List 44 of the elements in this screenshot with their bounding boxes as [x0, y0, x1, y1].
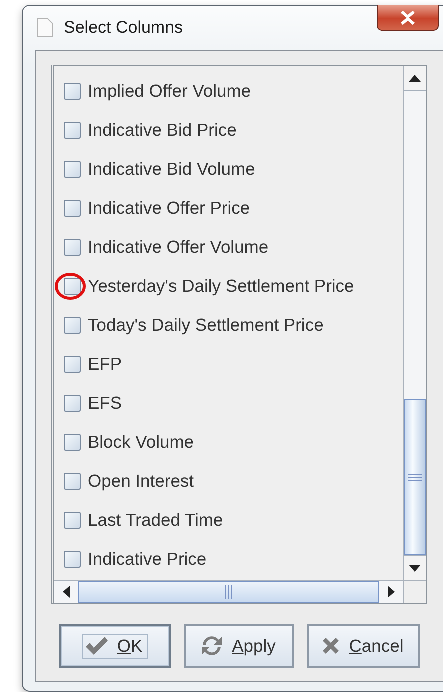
checkbox[interactable] — [64, 512, 81, 529]
checkbox[interactable] — [64, 122, 81, 139]
horizontal-scrollbar[interactable] — [54, 580, 403, 603]
close-icon — [321, 636, 342, 656]
grip-icon — [225, 585, 232, 599]
document-icon — [37, 18, 54, 38]
checkbox[interactable] — [64, 317, 81, 334]
close-icon — [400, 10, 416, 24]
column-label: Last Traded Time — [88, 510, 224, 531]
checkbox[interactable] — [64, 551, 81, 568]
column-label: Implied Offer Volume — [88, 81, 252, 102]
checkbox[interactable] — [64, 395, 81, 412]
scroll-down-icon[interactable] — [409, 564, 421, 572]
column-label: Indicative Price — [88, 549, 207, 570]
window-title: Select Columns — [64, 18, 184, 38]
checkbox[interactable] — [64, 434, 81, 451]
column-label: Block Volume — [88, 432, 194, 453]
checkbox[interactable] — [64, 278, 81, 295]
checkbox[interactable] — [64, 200, 81, 217]
scroll-up-icon[interactable] — [409, 74, 421, 82]
apply-button[interactable]: Apply — [184, 624, 294, 668]
column-label: EFP — [88, 354, 122, 375]
checkbox[interactable] — [64, 161, 81, 178]
column-label: Yesterday's Daily Settlement Price — [88, 276, 354, 297]
column-label: EFS — [88, 393, 122, 414]
checkbox[interactable] — [64, 239, 81, 256]
vertical-scrollbar[interactable] — [403, 66, 426, 580]
column-label: Today's Daily Settlement Price — [88, 315, 324, 336]
scroll-left-icon[interactable] — [62, 586, 70, 598]
column-label: Indicative Bid Price — [88, 120, 237, 141]
column-label: Indicative Offer Volume — [88, 237, 269, 258]
checkbox[interactable] — [64, 83, 81, 100]
checkbox[interactable] — [64, 356, 81, 373]
column-label: Open Interest — [88, 471, 194, 492]
ok-button[interactable]: OK — [59, 624, 171, 668]
cancel-button[interactable]: Cancel — [307, 624, 420, 668]
checkmark-icon — [85, 636, 110, 656]
column-label: Indicative Offer Price — [88, 198, 250, 219]
close-button[interactable] — [377, 5, 439, 31]
refresh-icon — [200, 635, 224, 657]
checkbox[interactable] — [64, 473, 81, 490]
scroll-right-icon[interactable] — [388, 586, 394, 598]
grip-icon — [408, 474, 422, 480]
column-label: Indicative Bid Volume — [88, 159, 256, 180]
